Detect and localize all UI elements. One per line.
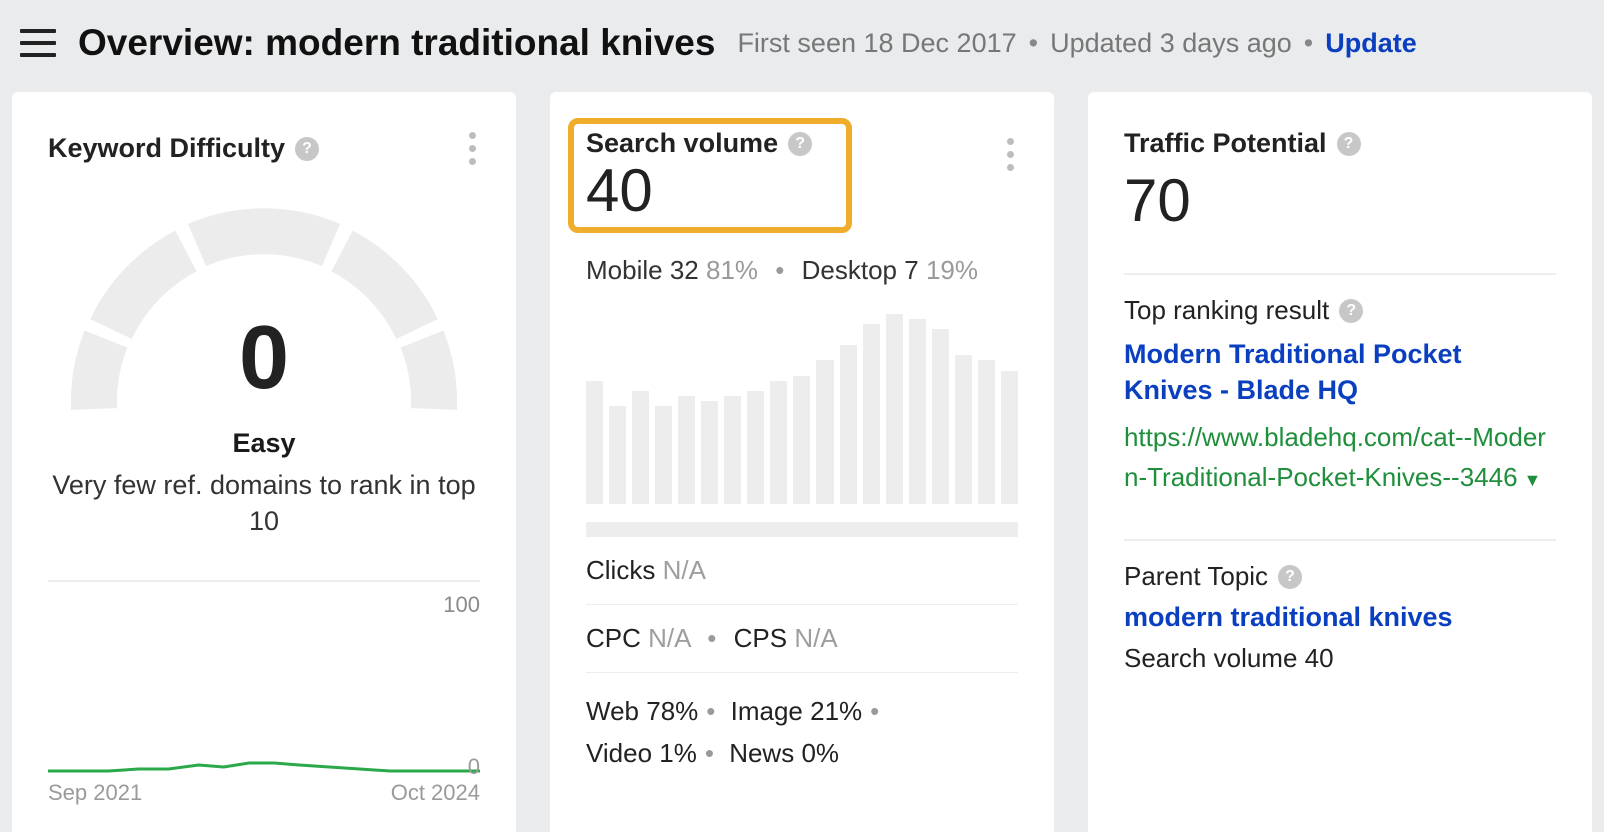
top-result-url[interactable]: https://www.bladehq.com/cat--Modern-Trad… — [1124, 417, 1556, 498]
traffic-potential-card: Traffic Potential ? 70 Top ranking resul… — [1088, 92, 1592, 832]
kd-y-min: 0 — [468, 754, 480, 780]
help-icon[interactable]: ? — [295, 137, 319, 161]
help-icon[interactable]: ? — [1337, 132, 1361, 156]
parent-topic-label: Parent Topic ? — [1124, 561, 1556, 592]
page-title: Overview: modern traditional knives — [78, 22, 715, 64]
more-icon[interactable] — [465, 128, 480, 169]
top-result-label: Top ranking result ? — [1124, 295, 1556, 326]
page-header: Overview: modern traditional knives Firs… — [0, 0, 1604, 92]
help-icon[interactable]: ? — [788, 132, 812, 156]
search-volume-card: Search volume ? 40 Mobile 32 81% • Deskt… — [550, 92, 1054, 832]
sv-trend-chart — [586, 314, 1018, 536]
kd-gauge: 0 — [49, 189, 479, 454]
tp-title: Traffic Potential ? — [1124, 128, 1556, 159]
tp-value: 70 — [1124, 171, 1556, 231]
help-icon[interactable]: ? — [1278, 565, 1302, 589]
header-meta: First seen 18 Dec 2017 • Updated 3 days … — [737, 28, 1416, 59]
more-icon[interactable] — [1003, 134, 1018, 175]
kd-trend-chart — [48, 626, 480, 776]
serp-features-row: Web 78%• Image 21%• Video 1%• News 0% — [586, 672, 1018, 774]
time-slider[interactable] — [586, 522, 1018, 536]
update-button[interactable]: Update — [1325, 28, 1417, 59]
kd-title: Keyword Difficulty ? — [48, 133, 319, 164]
sv-title: Search volume ? — [586, 128, 812, 159]
kd-description: Very few ref. domains to rank in top 10 — [48, 467, 480, 540]
top-result-link[interactable]: Modern Traditional Pocket Knives - Blade… — [1124, 336, 1556, 409]
help-icon[interactable]: ? — [1339, 299, 1363, 323]
cpc-cps-row: CPC N/A • CPS N/A — [586, 604, 1018, 672]
caret-down-icon[interactable]: ▼ — [1524, 470, 1542, 490]
keyword-difficulty-card: Keyword Difficulty ? 0 Easy Very few ref… — [12, 92, 516, 832]
kd-y-max: 100 — [48, 592, 480, 618]
parent-topic-link[interactable]: modern traditional knives — [1124, 602, 1556, 633]
menu-icon[interactable] — [20, 29, 56, 57]
clicks-row: Clicks N/A — [586, 536, 1018, 604]
parent-topic-sv: Search volume 40 — [1124, 643, 1556, 674]
kd-value: 0 — [49, 307, 479, 410]
device-breakdown: Mobile 32 81% • Desktop 7 19% — [586, 255, 1018, 286]
sv-value: 40 — [586, 161, 812, 221]
search-volume-highlight: Search volume ? 40 — [568, 118, 852, 233]
kd-x-end: Oct 2024 — [391, 780, 480, 806]
kd-x-start: Sep 2021 — [48, 780, 142, 806]
